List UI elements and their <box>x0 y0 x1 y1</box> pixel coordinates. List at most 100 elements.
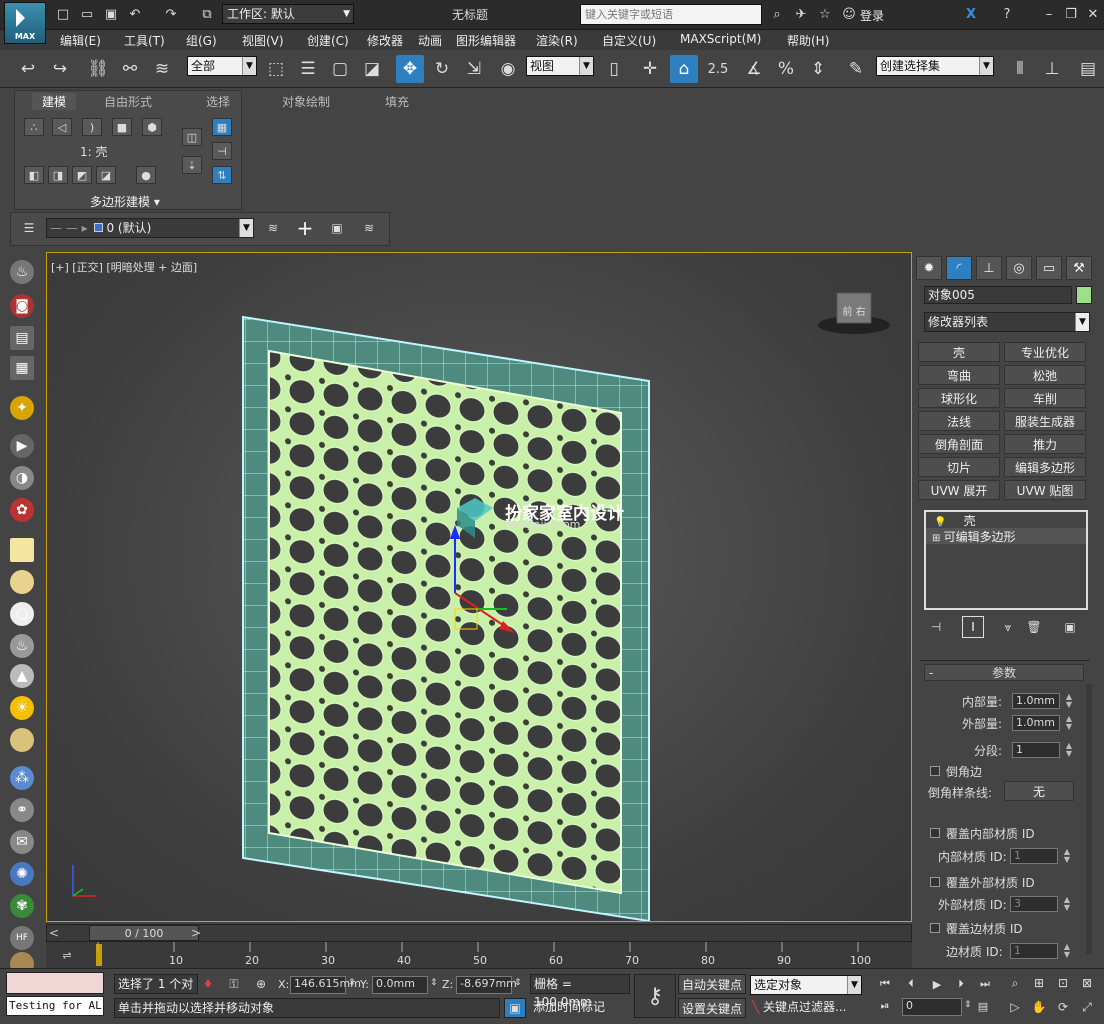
set-key-button[interactable]: 设置关键点 <box>678 998 746 1018</box>
unlink-icon[interactable]: ⚯ <box>116 55 144 83</box>
segments-input[interactable]: 1 <box>1012 742 1060 758</box>
percent-snap-icon[interactable]: % <box>772 55 800 83</box>
select-rotate-icon[interactable]: ↻ <box>428 55 456 83</box>
reference-coordinate-dropdown[interactable]: 视图 ▼ <box>526 56 594 76</box>
menu-create[interactable]: 创建(C) <box>307 32 349 49</box>
modifier-relax-button[interactable]: 松弛 <box>1004 365 1086 385</box>
redo-icon[interactable]: ↷ <box>162 5 180 23</box>
tab-freeform[interactable]: 自由形式 <box>104 93 152 110</box>
override-edge-mat-checkbox[interactable] <box>930 923 940 933</box>
menu-graph-editors[interactable]: 图形编辑器 <box>456 32 516 49</box>
modifier-edit-poly-button[interactable]: 编辑多边形 <box>1004 457 1086 477</box>
align-icon[interactable]: ⊥ <box>1038 55 1066 83</box>
object-color-swatch[interactable] <box>1076 286 1092 304</box>
element-icon[interactable]: ⬢ <box>142 118 162 136</box>
y-spinner[interactable]: ⇕ <box>430 978 438 988</box>
border-icon[interactable]: ) <box>82 118 102 136</box>
teapot-icon[interactable]: ♨ <box>10 260 34 284</box>
go-to-end-icon[interactable]: ⏭ <box>976 976 994 992</box>
binoculars-icon[interactable]: ⌕ <box>768 5 786 23</box>
menu-help[interactable]: 帮助(H) <box>787 32 829 49</box>
isolate-selection-icon[interactable]: ♦ <box>200 976 216 992</box>
project-folder-icon[interactable]: ⧉ <box>198 5 216 23</box>
angle-snap-icon[interactable]: ∡ <box>740 55 768 83</box>
pivot-center-icon[interactable]: ▯ <box>600 55 628 83</box>
set-key-icon[interactable]: ⚷ <box>634 974 676 1018</box>
particle-icon[interactable]: ✿ <box>10 498 34 522</box>
absolute-mode-icon[interactable]: ⊕ <box>252 976 270 992</box>
geosphere-icon[interactable] <box>10 728 34 752</box>
edit-named-selection-icon[interactable]: ✎ <box>842 55 870 83</box>
time-tag-icon[interactable]: ▣ <box>504 998 526 1018</box>
polygon-icon[interactable]: ■ <box>112 118 132 136</box>
sphere-icon[interactable] <box>10 570 34 594</box>
cone-icon[interactable]: ▲ <box>10 664 34 688</box>
zoom-extents-all-icon[interactable]: ⊠ <box>1078 974 1096 992</box>
link-icon[interactable]: ⛓ <box>84 55 112 83</box>
manipulate-icon[interactable]: ✛ <box>636 55 664 83</box>
connect-icon[interactable]: ⚭ <box>10 798 34 822</box>
menu-animation[interactable]: 动画 <box>418 32 442 49</box>
layer-manager-icon[interactable]: ☰ <box>18 217 40 239</box>
edge-icon[interactable]: ◁ <box>52 118 72 136</box>
play-icon[interactable]: ▶ <box>928 976 946 992</box>
override-outer-mat-checkbox[interactable] <box>930 877 940 887</box>
panel-pattern[interactable] <box>268 349 622 895</box>
undo-icon[interactable]: ↶ <box>126 5 144 23</box>
modifier-normal-button[interactable]: 法线 <box>918 411 1000 431</box>
material-editor-icon[interactable]: ◙ <box>10 294 34 318</box>
modifier-garment-button[interactable]: 服装生成器 <box>1004 411 1086 431</box>
lock-icon[interactable]: ⚿ <box>226 976 242 992</box>
track-bar[interactable]: 10 20 30 40 50 60 70 80 90 100 <box>46 942 912 968</box>
select-object-icon[interactable]: ⬚ <box>262 55 290 83</box>
add-to-layer-icon[interactable]: + <box>294 216 316 240</box>
inner-mat-id-spinner[interactable]: ▲ ▼ <box>1062 848 1072 864</box>
zoom-extents-icon[interactable]: ⊡ <box>1054 974 1072 992</box>
menu-group[interactable]: 组(G) <box>186 32 217 49</box>
app-menu-button[interactable]: MAX <box>4 2 46 44</box>
remove-modifier-icon[interactable]: 🗑 <box>1024 618 1044 636</box>
hierarchy-tab-icon[interactable]: ⊥ <box>976 256 1002 280</box>
override-inner-mat-checkbox[interactable] <box>930 828 940 838</box>
collapse-stack-icon[interactable]: ◫ <box>182 128 202 146</box>
inner-amount-spinner[interactable]: ▲ ▼ <box>1064 693 1074 709</box>
stack-icon[interactable]: ● <box>136 166 156 184</box>
light-icon[interactable]: ✦ <box>10 396 34 420</box>
tab-selection[interactable]: 选择 <box>206 93 230 110</box>
restore-button[interactable]: ❐ <box>1062 5 1080 23</box>
inner-mat-id-input[interactable]: 1 <box>1010 848 1058 864</box>
viewport-front[interactable]: [+] [正交] [明暗处理 + 边面] 扮家家室内设计 banjiajia.c… <box>46 252 912 922</box>
subscription-icon[interactable]: ✈ <box>792 5 810 23</box>
frame-spinner[interactable]: ⇕ <box>964 1000 972 1010</box>
tab-object-paint[interactable]: 对象绘制 <box>282 93 330 110</box>
spinner-snap-icon[interactable]: ⇕ <box>804 55 832 83</box>
bevel-spline-button[interactable]: 无 <box>1004 781 1074 801</box>
field-of-view-icon[interactable]: ▷ <box>1006 998 1024 1016</box>
minimize-button[interactable]: – <box>1040 5 1058 23</box>
select-in-layer-icon[interactable]: ▣ <box>326 217 348 239</box>
menu-tools[interactable]: 工具(T) <box>124 32 165 49</box>
bind-spacewarp-icon[interactable]: ≋ <box>148 55 176 83</box>
layer-manager-icon[interactable]: ▤ <box>1074 55 1102 83</box>
modifier-uvw-map-button[interactable]: UVW 贴图 <box>1004 480 1086 500</box>
named-selection-dropdown[interactable]: 创建选择集 ▼ <box>876 56 994 76</box>
keyboard-shortcut-override-icon[interactable]: ⌂ <box>670 55 698 83</box>
key-filters-button[interactable]: ╲ 关键点过滤器... <box>752 998 864 1018</box>
modifier-prooptimizer-button[interactable]: 专业优化 <box>1004 342 1086 362</box>
outer-amount-spinner[interactable]: ▲ ▼ <box>1064 715 1074 731</box>
outer-mat-id-input[interactable]: 3 <box>1010 896 1058 912</box>
inner-amount-input[interactable]: 1.0mm <box>1012 693 1060 709</box>
render-frame-icon[interactable]: ▦ <box>10 356 34 380</box>
segments-spinner[interactable]: ▲ ▼ <box>1064 742 1074 758</box>
panel-scrollbar[interactable] <box>1086 684 1092 954</box>
edge-mat-id-input[interactable]: 1 <box>1010 943 1058 959</box>
render-setup-icon[interactable]: ▤ <box>10 326 34 350</box>
redo-icon[interactable]: ↪ <box>46 55 74 83</box>
ribbon-panel-title[interactable]: 多边形建模 ▾ <box>90 193 160 210</box>
display-tab-icon[interactable]: ▭ <box>1036 256 1062 280</box>
motion-tab-icon[interactable]: ◎ <box>1006 256 1032 280</box>
time-prev-icon[interactable]: < <box>49 926 59 940</box>
layer-dropdown[interactable]: — — ▸ 0 (默认) ▼ <box>46 218 254 238</box>
modify-tab-icon[interactable]: ◜ <box>946 256 972 280</box>
modifier-spherify-button[interactable]: 球形化 <box>918 388 1000 408</box>
